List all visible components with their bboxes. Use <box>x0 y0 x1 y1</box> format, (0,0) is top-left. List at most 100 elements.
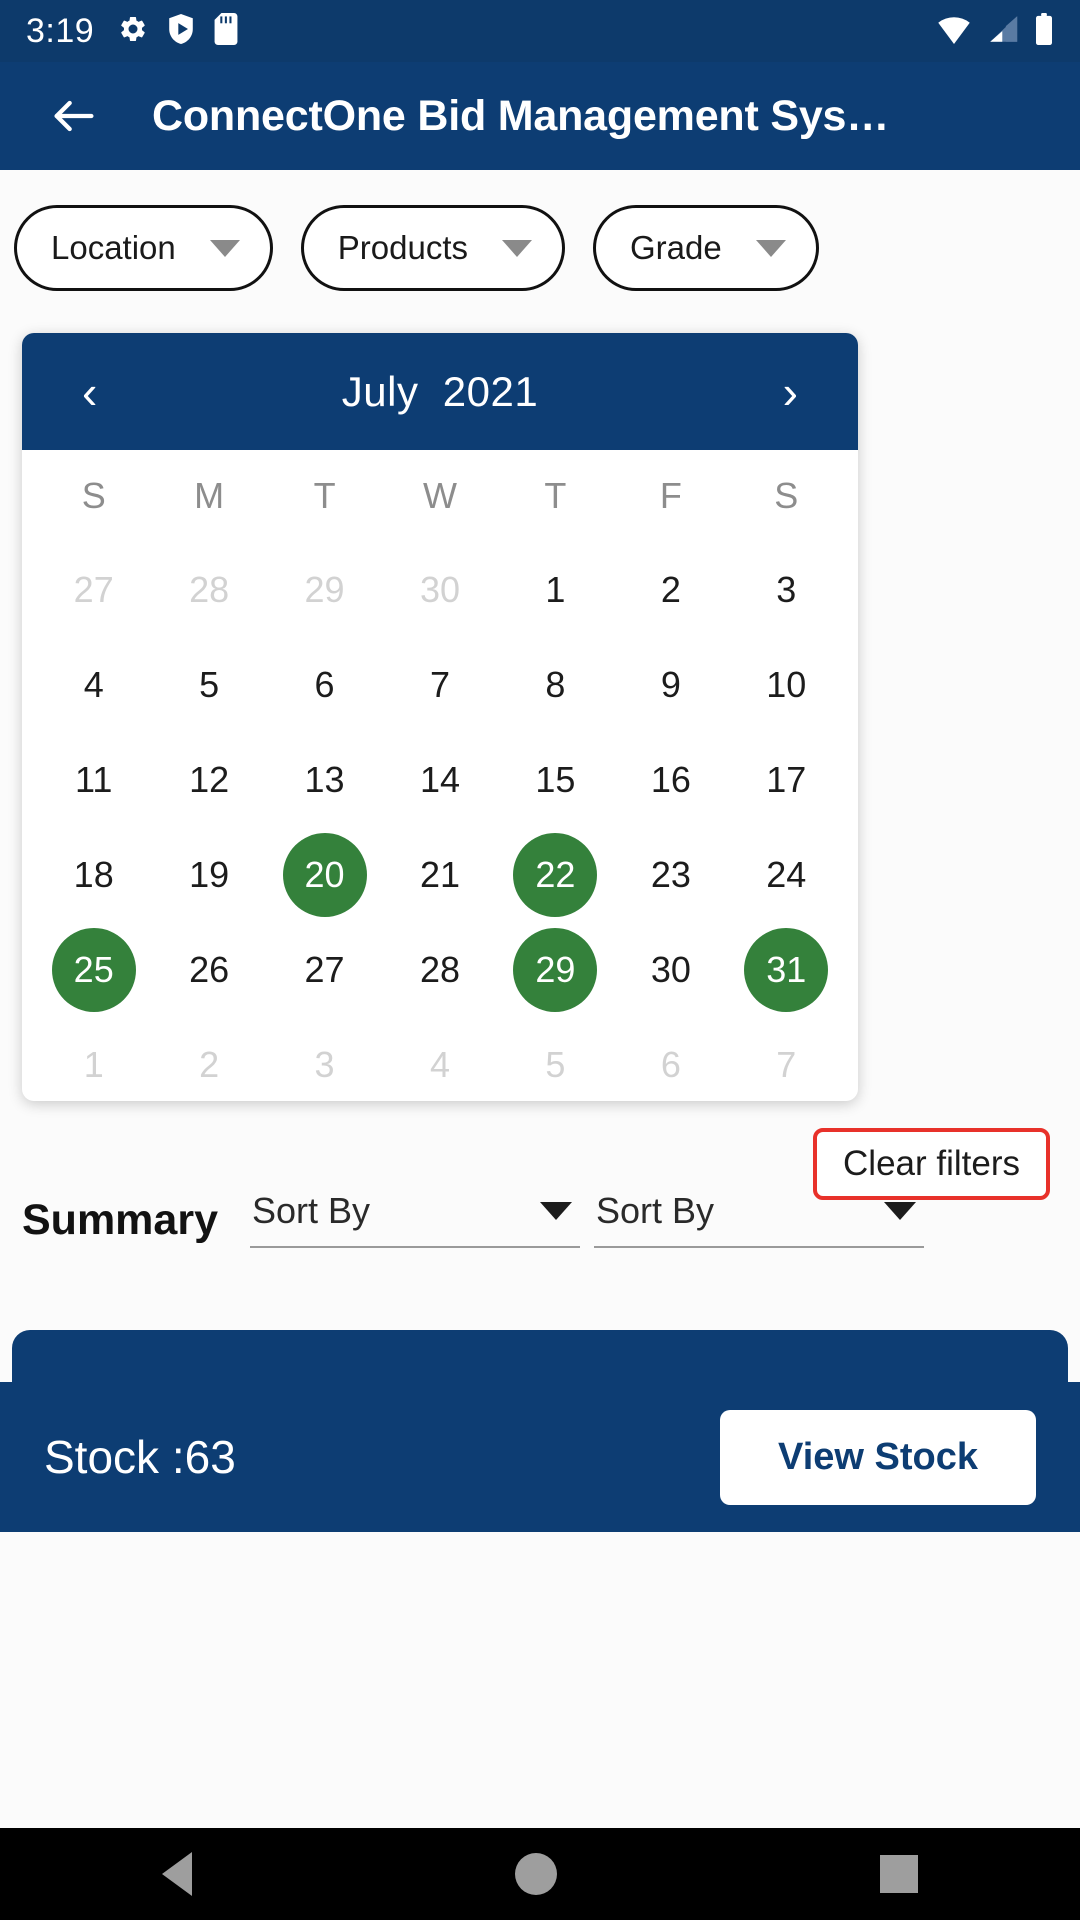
calendar-day[interactable]: 4 <box>36 643 151 727</box>
filter-chip-row: Location Products Grade <box>0 205 1080 291</box>
calendar-day[interactable]: 27 <box>36 548 151 632</box>
calendar-day[interactable]: 4 <box>382 1023 497 1102</box>
calendar-day[interactable]: 30 <box>613 928 728 1012</box>
calendar-day-selected[interactable]: 20 <box>267 832 382 917</box>
chevron-down-icon <box>539 1202 572 1220</box>
status-bar: 3:19 <box>0 0 1080 62</box>
sort-by-dropdown-2-label: Sort By <box>595 1190 715 1231</box>
calendar-day[interactable]: 21 <box>382 833 497 917</box>
calendar-day[interactable]: 18 <box>36 833 151 917</box>
calendar-day[interactable]: 7 <box>382 643 497 727</box>
calendar-day[interactable]: 17 <box>729 738 844 822</box>
calendar-day[interactable]: 27 <box>267 928 382 1012</box>
view-stock-button[interactable]: View Stock <box>720 1409 1036 1505</box>
calendar-day[interactable]: 28 <box>151 548 266 632</box>
calendar-day-label: 4 <box>429 1043 450 1085</box>
calendar-day-selected[interactable]: 29 <box>498 927 613 1012</box>
calendar-day[interactable]: 13 <box>267 738 382 822</box>
shield-play-icon <box>168 13 194 49</box>
calendar-header: ‹ July 2021 › <box>22 333 858 450</box>
calendar-day-label: 6 <box>660 1043 681 1085</box>
nav-home-icon[interactable] <box>514 1853 557 1895</box>
calendar-day-label: 28 <box>419 948 460 990</box>
gear-icon <box>118 14 148 49</box>
calendar-day-label: 7 <box>429 663 450 705</box>
calendar-month-year-label: July 2021 <box>341 367 539 415</box>
calendar-day[interactable]: 24 <box>729 833 844 917</box>
sd-card-icon <box>214 12 238 50</box>
calendar-date-grid: 27 28 29 30 1 2 3 4 5 6 7 8 9 10 11 12 13 14 15 16 17 18 19 20 2… <box>36 542 844 1101</box>
sort-by-dropdown-2[interactable]: Sort By <box>593 1190 924 1248</box>
calendar-day-label: 22 <box>513 832 598 917</box>
calendar-day-label: 13 <box>304 758 345 800</box>
filter-chip-location[interactable]: Location <box>14 205 273 291</box>
calendar-day[interactable]: 6 <box>267 643 382 727</box>
calendar-day[interactable]: 11 <box>36 738 151 822</box>
calendar-day[interactable]: 28 <box>382 928 497 1012</box>
nav-back-icon[interactable] <box>161 1852 192 1896</box>
calendar-day-selected[interactable]: 31 <box>729 927 844 1012</box>
status-bar-right-icons <box>936 12 1054 50</box>
weekday-label: S <box>81 475 106 516</box>
calendar-day[interactable]: 29 <box>267 548 382 632</box>
sort-controls: Sort By Sort By <box>236 1190 924 1248</box>
calendar-week-row: 18 19 20 21 22 23 24 <box>36 827 844 922</box>
calendar-prev-month-button[interactable]: ‹ <box>82 369 97 415</box>
calendar-day-label: 27 <box>304 948 345 990</box>
calendar-week-row: 4 5 6 7 8 9 10 <box>36 637 844 732</box>
calendar-day-label: 1 <box>545 568 566 610</box>
calendar-day-selected[interactable]: 22 <box>498 832 613 917</box>
calendar-day[interactable]: 23 <box>613 833 728 917</box>
calendar-day-label: 15 <box>535 758 576 800</box>
filter-chip-grade[interactable]: Grade <box>593 205 819 291</box>
calendar-week-row: 11 12 13 14 15 16 17 <box>36 732 844 827</box>
calendar-day-label: 5 <box>545 1043 566 1085</box>
calendar-day[interactable]: 8 <box>498 643 613 727</box>
calendar-day-label: 31 <box>744 927 829 1012</box>
calendar-day[interactable]: 1 <box>498 548 613 632</box>
calendar-day-label: 17 <box>766 758 807 800</box>
calendar-day-label: 1 <box>83 1043 104 1085</box>
calendar-next-month-button[interactable]: › <box>783 369 798 415</box>
calendar-day[interactable]: 30 <box>382 548 497 632</box>
calendar-day-label: 14 <box>419 758 460 800</box>
calendar-day[interactable]: 2 <box>151 1023 266 1102</box>
sort-by-dropdown-1[interactable]: Sort By <box>249 1190 580 1248</box>
calendar-day[interactable]: 3 <box>729 548 844 632</box>
calendar-day[interactable]: 6 <box>613 1023 728 1102</box>
calendar-day[interactable]: 5 <box>498 1023 613 1102</box>
calendar-day-label: 26 <box>189 948 230 990</box>
calendar-day[interactable]: 2 <box>613 548 728 632</box>
calendar-day-label: 18 <box>73 853 114 895</box>
calendar-week-row: 1 2 3 4 5 6 7 <box>36 1017 844 1101</box>
calendar-day[interactable]: 5 <box>151 643 266 727</box>
summary-heading: Summary <box>22 1196 218 1244</box>
filter-chip-products[interactable]: Products <box>300 205 565 291</box>
back-arrow-icon[interactable] <box>48 90 100 142</box>
calendar-day[interactable]: 15 <box>498 738 613 822</box>
calendar-day[interactable]: 1 <box>36 1023 151 1102</box>
calendar-day[interactable]: 16 <box>613 738 728 822</box>
calendar-day-selected[interactable]: 25 <box>36 927 151 1012</box>
nav-recents-icon[interactable] <box>880 1855 919 1893</box>
calendar-day[interactable]: 9 <box>613 643 728 727</box>
calendar-day-label: 2 <box>199 1043 220 1085</box>
wifi-icon <box>936 14 972 49</box>
calendar-day-label: 11 <box>75 758 113 800</box>
calendar-card: ‹ July 2021 › S M T W T F S 27 28 29 30 1 2 3 4… <box>22 333 858 1101</box>
calendar-day[interactable]: 12 <box>151 738 266 822</box>
calendar-day[interactable]: 19 <box>151 833 266 917</box>
calendar-day-label: 30 <box>419 568 460 610</box>
calendar-day-label: 12 <box>189 758 230 800</box>
filter-chip-grade-label: Grade <box>630 229 722 266</box>
filter-chip-location-label: Location <box>51 229 176 266</box>
calendar-day[interactable]: 3 <box>267 1023 382 1102</box>
calendar-day[interactable]: 26 <box>151 928 266 1012</box>
calendar-day[interactable]: 7 <box>729 1023 844 1102</box>
calendar-day[interactable]: 14 <box>382 738 497 822</box>
chevron-down-icon <box>209 239 240 257</box>
weekday-label: W <box>423 475 457 516</box>
calendar-day-label: 25 <box>51 927 136 1012</box>
battery-icon <box>1034 12 1054 50</box>
calendar-day[interactable]: 10 <box>729 643 844 727</box>
